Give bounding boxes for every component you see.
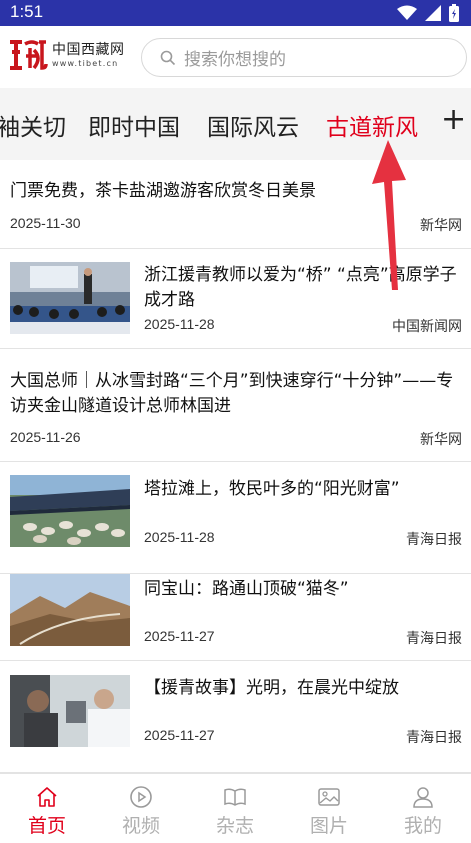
nav-video[interactable]: 视频 bbox=[94, 774, 188, 843]
news-date: 2025-11-26 bbox=[10, 429, 81, 445]
news-item[interactable]: 塔拉滩上，牧民叶多的“阳光财富” 2025-11-28 青海日报 bbox=[0, 462, 471, 574]
news-title: 浙江援青教师以爱为“桥” “点亮”高原学子成才路 bbox=[144, 265, 457, 310]
nav-label: 杂志 bbox=[215, 815, 254, 837]
nav-picture[interactable]: 图片 bbox=[282, 774, 376, 843]
nav-label: 视频 bbox=[121, 815, 160, 837]
news-title: 大国总师｜从冰雪封路“三个月”到快速穿行“十分钟”——专访夹金山隧道设计总师林国… bbox=[10, 371, 454, 416]
tab-xiu-guan-qie[interactable]: 袖关切 bbox=[0, 108, 66, 142]
logo-chinese-name: 中国西藏网 bbox=[52, 41, 125, 58]
news-source: 青海日报 bbox=[406, 730, 462, 746]
tibet-logo-icon bbox=[10, 40, 48, 70]
status-bar: 1:51 bbox=[0, 0, 471, 26]
search-icon bbox=[160, 50, 176, 65]
add-tab-button[interactable]: + bbox=[441, 102, 466, 137]
tab-ancient-road-new-wind[interactable]: 古道新风 bbox=[326, 108, 418, 142]
news-date: 2025-11-28 bbox=[144, 529, 215, 545]
red-arrow-annotation-icon bbox=[372, 140, 406, 290]
nav-label: 我的 bbox=[403, 815, 442, 837]
magazine-icon bbox=[224, 788, 246, 806]
nav-home[interactable]: 首页 bbox=[0, 774, 94, 843]
mountain-road-photo-icon bbox=[10, 574, 130, 646]
news-item[interactable]: 【援青故事】光明，在晨光中绽放 2025-11-27 青海日报 bbox=[0, 661, 471, 773]
tab-realtime-china[interactable]: 即时中国 bbox=[88, 108, 180, 142]
tab-international[interactable]: 国际风云 bbox=[207, 108, 299, 142]
news-title: 【援青故事】光明，在晨光中绽放 bbox=[144, 678, 399, 698]
picture-icon bbox=[318, 788, 340, 806]
news-source: 新华网 bbox=[420, 432, 462, 448]
nav-label: 图片 bbox=[309, 815, 348, 837]
search-input[interactable]: 搜索你想搜的 bbox=[141, 38, 467, 77]
battery-icon bbox=[449, 4, 459, 22]
app-header: 中国西藏网 www.tibet.cn 搜索你想搜的 bbox=[0, 26, 471, 88]
news-source: 中国新闻网 bbox=[392, 319, 462, 335]
wifi-icon bbox=[397, 5, 417, 20]
solar-sheep-photo-icon bbox=[10, 475, 130, 547]
news-date: 2025-11-27 bbox=[144, 628, 215, 644]
classroom-photo-icon bbox=[10, 262, 130, 334]
bottom-navigation: 首页 视频 杂志 图片 我的 bbox=[0, 773, 471, 843]
news-item[interactable]: 同宝山：路通山顶破“猫冬” 2025-11-27 青海日报 bbox=[0, 574, 471, 661]
video-icon bbox=[130, 786, 152, 808]
search-placeholder: 搜索你想搜的 bbox=[184, 50, 286, 70]
nav-label: 首页 bbox=[27, 815, 66, 837]
news-source: 新华网 bbox=[420, 218, 462, 234]
nav-profile[interactable]: 我的 bbox=[376, 774, 470, 843]
signal-icon bbox=[425, 5, 441, 21]
news-source: 青海日报 bbox=[406, 532, 462, 548]
doctor-photo-icon bbox=[10, 675, 130, 747]
news-date: 2025-11-30 bbox=[10, 215, 81, 231]
status-time: 1:51 bbox=[10, 2, 44, 21]
news-date: 2025-11-27 bbox=[144, 727, 215, 743]
home-icon bbox=[37, 787, 57, 807]
status-icons bbox=[397, 4, 459, 22]
news-item[interactable]: 大国总师｜从冰雪封路“三个月”到快速穿行“十分钟”——专访夹金山隧道设计总师林国… bbox=[0, 349, 471, 462]
news-source: 青海日报 bbox=[406, 631, 462, 647]
site-logo[interactable]: 中国西藏网 www.tibet.cn bbox=[8, 38, 125, 72]
news-title: 塔拉滩上，牧民叶多的“阳光财富” bbox=[144, 479, 400, 499]
news-date: 2025-11-28 bbox=[144, 316, 215, 332]
news-title: 同宝山：路通山顶破“猫冬” bbox=[144, 579, 349, 599]
nav-magazine[interactable]: 杂志 bbox=[188, 774, 282, 843]
user-icon bbox=[413, 787, 433, 808]
logo-url: www.tibet.cn bbox=[52, 58, 119, 68]
